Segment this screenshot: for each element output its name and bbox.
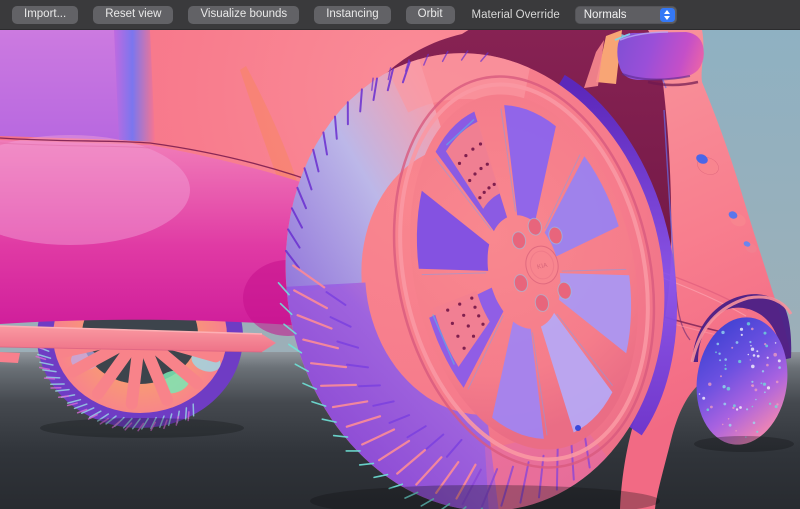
- orbit-button[interactable]: Orbit: [406, 6, 455, 24]
- 3d-viewport[interactable]: KIA: [0, 30, 800, 509]
- door-edge-blue-band: [114, 30, 155, 142]
- reset-view-button[interactable]: Reset view: [93, 6, 173, 24]
- instancing-button[interactable]: Instancing: [314, 6, 390, 24]
- normals-render-canvas: KIA: [0, 30, 800, 509]
- material-override-label: Material Override: [472, 9, 560, 21]
- toolbar: Import... Reset view Visualize bounds In…: [0, 0, 800, 30]
- valve-stem: [575, 425, 581, 431]
- material-override-select[interactable]: Normals: [575, 6, 677, 24]
- model-viewer-window: Import... Reset view Visualize bounds In…: [0, 0, 800, 509]
- visualize-bounds-button[interactable]: Visualize bounds: [188, 6, 299, 24]
- mirror-housing: [617, 32, 703, 80]
- chevron-up-down-icon: [660, 8, 675, 22]
- rear-door-panel: [0, 30, 123, 140]
- import-button[interactable]: Import...: [12, 6, 78, 24]
